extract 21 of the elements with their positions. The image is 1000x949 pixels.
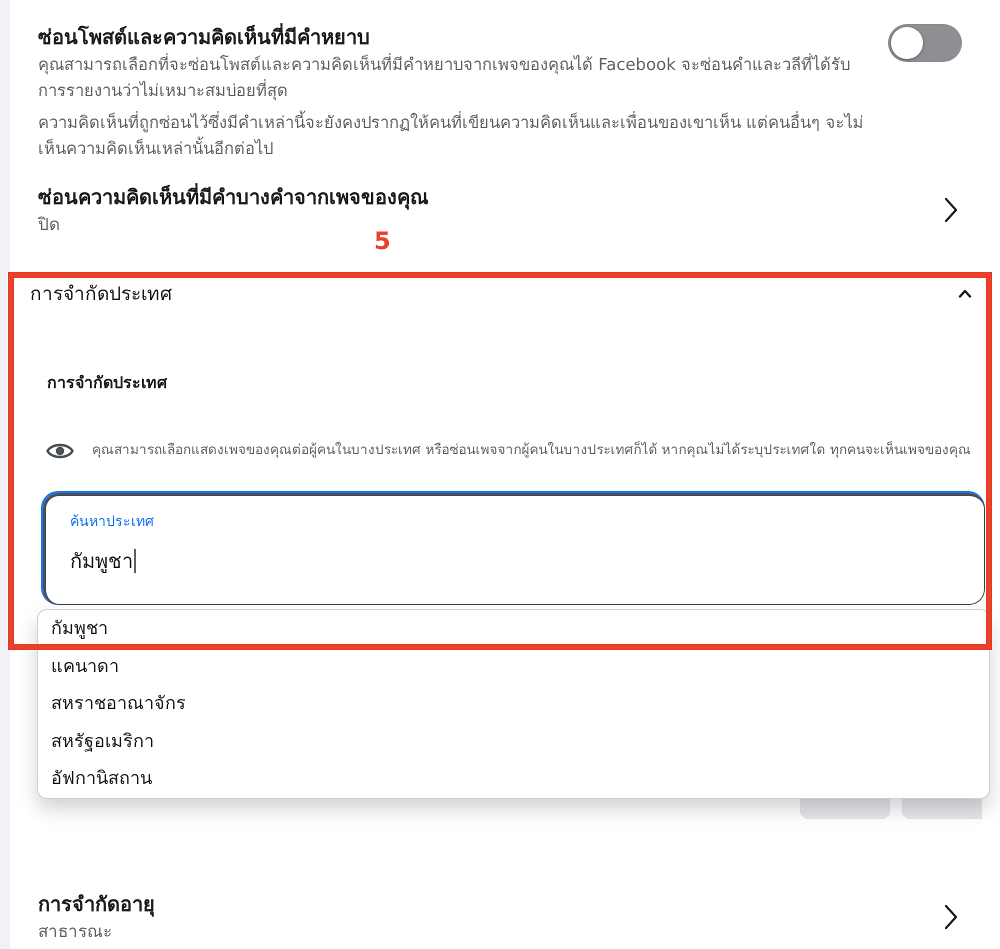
chevron-right-icon [944, 197, 958, 223]
suggestion-item[interactable]: แคนาดา [38, 648, 989, 685]
section-subheading: การจำกัดประเทศ [47, 372, 168, 394]
toggle-switch[interactable] [888, 24, 962, 62]
setting-title[interactable]: ซ่อนความคิดเห็นที่มีคำบางคำจากเพจของคุณ [38, 182, 944, 212]
suggestion-item[interactable]: กัมพูชา [38, 610, 989, 648]
section-header[interactable]: การจำกัดประเทศ [30, 278, 958, 308]
setting-description: คุณสามารถเลือกที่จะซ่อนโพสต์และความคิดเห็นที่มีคำหยาบจากเพจของคุณได้ Facebook จะซ่อนคำและวลีที่ได้รับการรายงานว่าไม่เหมาะสมบ่อยที่สุด [38, 52, 852, 102]
setting-value: ปิด [38, 214, 61, 237]
setting-description: ความคิดเห็นที่ถูกซ่อนไว้ซึ่งมีคำเหล่านี้จะยังคงปรากฏให้คนที่เขียนความคิดเห็นและเพื่อนของเขาเห็น แต่คนอื่นๆ จะไม่เห็นความคิดเห็นเหล่านั้นอีกต่อไป [38, 110, 868, 162]
suggestion-item[interactable]: สหราชอาณาจักร [38, 685, 989, 722]
setting-value: สาธารณะ [38, 921, 113, 944]
suggestion-item[interactable]: สหรัฐอเมริกา [38, 722, 989, 760]
chevron-right-icon [944, 904, 958, 930]
info-text: คุณสามารถเลือกแสดงเพจของคุณต่อผู้คนในบางประเทศ หรือซ่อนเพจจากผู้คนในบางประเทศก็ได้ หากคุณไม่ได้ระบุประเทศใด ทุกคนจะเห็นเพจของคุณ [92, 440, 972, 460]
setting-title[interactable]: การจำกัดอายุ [38, 889, 944, 919]
search-field[interactable]: ค้นหาประเทศ กัมพูชา [43, 493, 985, 605]
suggestion-item[interactable]: อัฟกานิสถาน [38, 760, 989, 798]
caret-icon[interactable] [958, 288, 972, 298]
setting-title: ซ่อนโพสต์และความคิดเห็นที่มีคำหยาบ [38, 22, 371, 51]
step-number: 5 [374, 226, 391, 256]
